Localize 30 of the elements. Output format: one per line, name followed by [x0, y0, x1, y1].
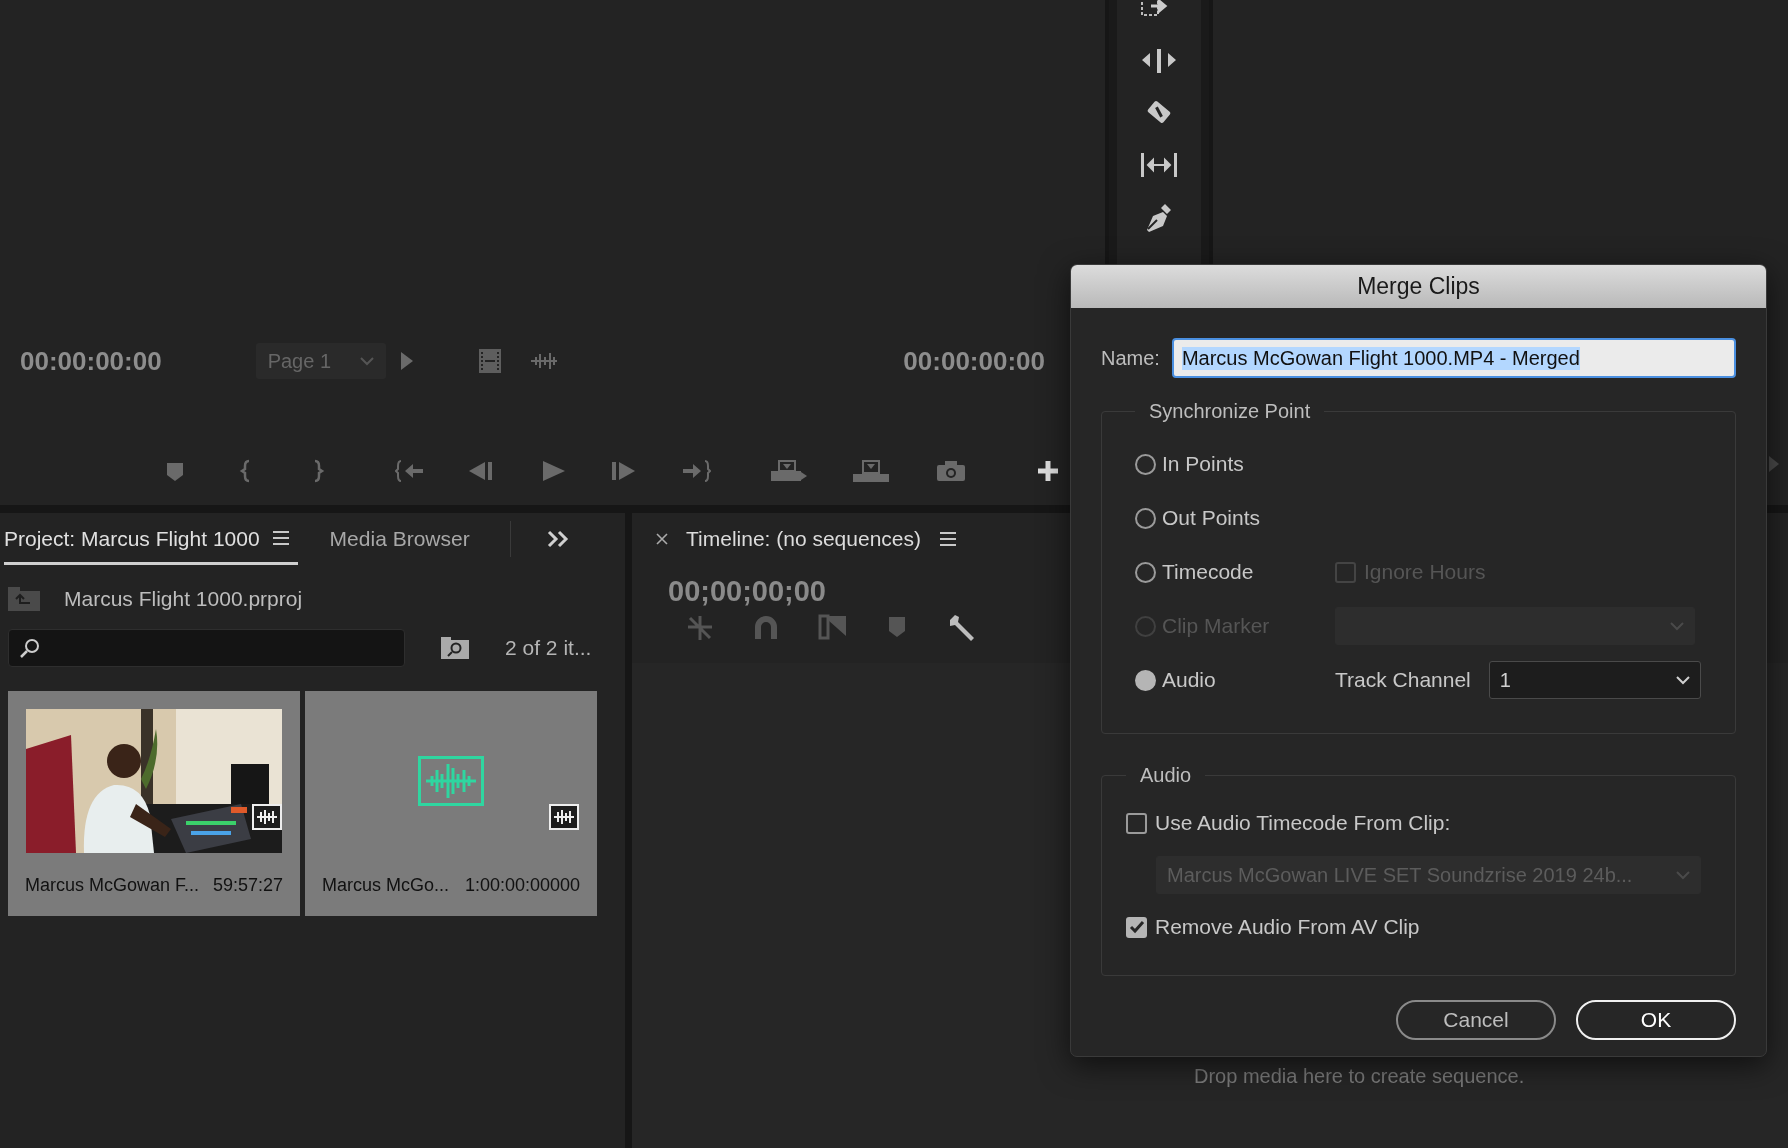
timecode: 00;00;00;00: [668, 575, 826, 608]
item-count: 2 of 2 it...: [505, 636, 592, 660]
sync-radio-option[interactable]: Audio: [1135, 668, 1335, 692]
clip-name: Marcus McGo...: [322, 875, 450, 896]
dialog-title: Merge Clips: [1357, 273, 1480, 300]
cancel-button[interactable]: Cancel: [1396, 1000, 1556, 1040]
media-item-card[interactable]: Marcus McGo... 1:00:00:00000: [305, 691, 597, 916]
dropdown[interactable]: 1: [1488, 661, 1701, 699]
name-field[interactable]: Marcus McGowan Flight 1000.MP4 - Merged: [1171, 338, 1736, 378]
ok-button[interactable]: OK: [1576, 1000, 1736, 1040]
field-label: Track Channel: [1335, 668, 1471, 692]
empty-timeline-message: Drop media here to create sequence.: [1194, 1065, 1525, 1087]
clip-duration: 59:57:27: [212, 875, 283, 896]
timecode: 00:00:00:00: [903, 345, 1045, 377]
group-label: Audio: [1139, 764, 1193, 787]
field-label: Name:: [1101, 346, 1160, 370]
group-label: Synchronize Point: [1148, 400, 1312, 423]
sync-radio-option[interactable]: In Points: [1135, 452, 1335, 476]
clip-duration: 1:00:00:00000: [464, 875, 580, 896]
sync-radio-option[interactable]: Out Points: [1135, 506, 1335, 530]
sync-radio-option[interactable]: Timecode: [1135, 560, 1335, 584]
project-file-name: Marcus Flight 1000.prproj: [64, 587, 303, 611]
clip-name: Marcus McGowan F...: [25, 875, 200, 896]
panel-tab[interactable]: Media Browser: [329, 513, 470, 565]
panel-title: Timeline: (no sequences): [686, 527, 921, 551]
timecode: 00:00:00:00: [20, 345, 162, 377]
remove-audio-checkbox[interactable]: Remove Audio From AV Clip: [1126, 915, 1420, 939]
media-item-card[interactable]: Marcus McGowan F... 59:57:27: [8, 691, 300, 916]
panel-tab[interactable]: Project: Marcus Flight 1000: [4, 513, 260, 564]
use-audio-timecode-checkbox[interactable]: Use Audio Timecode From Clip:: [1126, 811, 1451, 835]
